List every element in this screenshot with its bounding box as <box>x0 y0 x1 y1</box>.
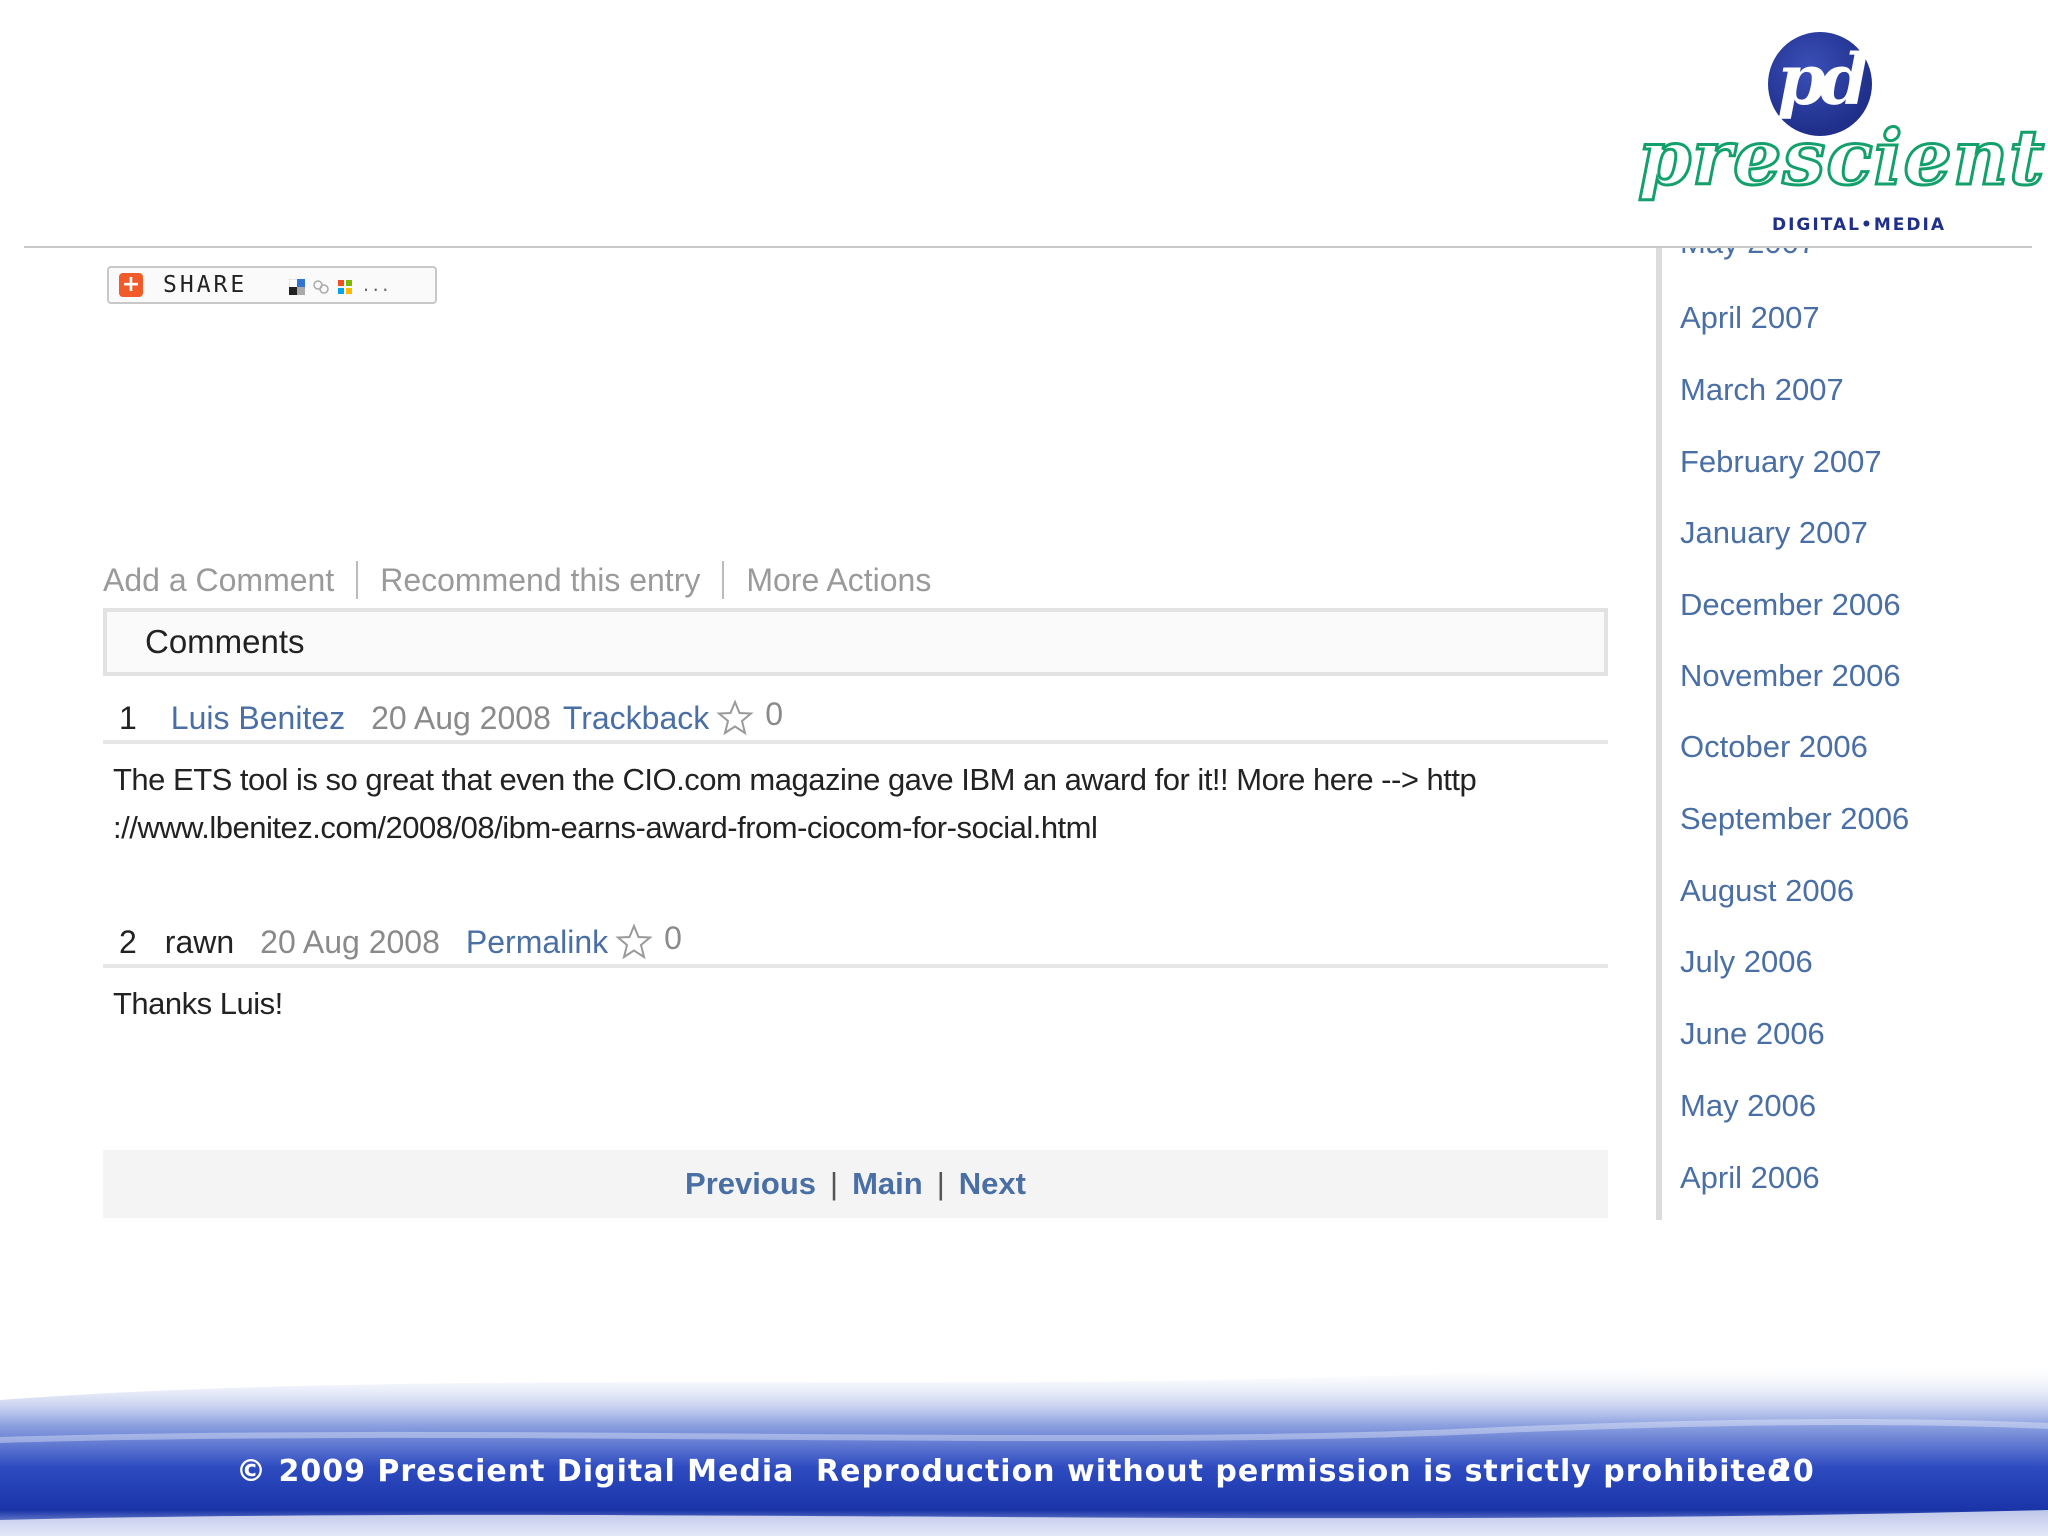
blog-entry-area: + SHARE ... Add a Comment Recommend this… <box>103 260 1608 1220</box>
divider <box>722 561 725 599</box>
comment-header: 1 Luis Benitez 20 Aug 2008 Trackback 0 <box>103 696 1608 744</box>
share-service-icons: ... <box>289 276 390 295</box>
comment-date: 20 Aug 2008 <box>371 699 551 736</box>
archive-month-link[interactable]: June 2006 <box>1680 1014 1825 1054</box>
star-icon[interactable] <box>715 698 755 738</box>
divider: | <box>830 1166 839 1201</box>
slide: pd prescient DIGITAL•MEDIA + SHARE ... A… <box>0 0 2048 1536</box>
comment-number: 2 <box>119 923 137 960</box>
share-label: SHARE <box>163 272 248 298</box>
trackback-link[interactable]: Trackback <box>563 700 709 737</box>
more-actions-link[interactable]: More Actions <box>746 562 931 599</box>
logo-subtitle: DIGITAL•MEDIA <box>1772 215 1946 235</box>
next-link[interactable]: Next <box>959 1166 1026 1202</box>
add-comment-link[interactable]: Add a Comment <box>103 562 334 599</box>
comment-text-line: The ETS tool is so great that even the C… <box>113 762 1477 797</box>
sidebar-divider <box>1656 248 1662 1220</box>
archive-clipped-item: May 2007 <box>1680 248 2020 268</box>
entry-actions: Add a Comment Recommend this entry More … <box>103 561 931 599</box>
archive-month-link[interactable]: July 2006 <box>1680 942 1813 982</box>
comment-text-line: ://www.lbenitez.com/2008/08/ibm-earns-aw… <box>113 810 1098 845</box>
permalink-link[interactable]: Permalink <box>466 924 608 961</box>
digg-icon <box>313 279 329 294</box>
comments-heading: Comments <box>103 608 1608 676</box>
star-icon[interactable] <box>614 922 654 962</box>
comment-date: 20 Aug 2008 <box>260 923 440 960</box>
previous-link[interactable]: Previous <box>685 1166 816 1202</box>
comment-body: The ETS tool is so great that even the C… <box>113 756 1603 852</box>
share-plus-icon: + <box>119 273 143 297</box>
comment-header: 2 rawn 20 Aug 2008 Permalink 0 <box>103 920 1608 968</box>
main-link[interactable]: Main <box>852 1166 923 1202</box>
archive-month-link[interactable]: November 2006 <box>1680 656 1901 696</box>
slide-number: 20 <box>1771 1454 1815 1489</box>
logo-wordmark: prescient <box>1636 113 2046 202</box>
recommend-entry-link[interactable]: Recommend this entry <box>380 562 700 599</box>
footer-copyright: © 2009 Prescient Digital Media <box>236 1454 795 1489</box>
divider: | <box>936 1166 945 1201</box>
archive-month-link[interactable]: March 2007 <box>1680 370 1844 410</box>
comment-number: 1 <box>119 699 137 736</box>
archive-month-link[interactable]: September 2006 <box>1680 799 1909 839</box>
footer-wave <box>0 1364 2048 1536</box>
comment-author: rawn <box>164 923 235 960</box>
prescient-logo: pd prescient DIGITAL•MEDIA <box>1630 30 2046 235</box>
archive-month-link[interactable]: December 2006 <box>1680 585 1901 625</box>
share-button[interactable]: + SHARE ... <box>107 266 437 304</box>
archive-month-link[interactable]: May 2007 <box>1680 248 1816 263</box>
archive-month-link[interactable]: January 2007 <box>1680 513 1868 553</box>
archive-month-link[interactable]: April 2007 <box>1680 298 1820 338</box>
archive-month-link[interactable]: August 2006 <box>1680 871 1854 911</box>
delicious-icon <box>289 278 306 295</box>
archive-month-link[interactable]: October 2006 <box>1680 727 1868 767</box>
footer-notice: Reproduction without permission is stric… <box>816 1454 1790 1489</box>
archive-month-link[interactable]: February 2007 <box>1680 442 1882 482</box>
comment-body: Thanks Luis! <box>113 980 1603 1028</box>
share-more[interactable]: ... <box>361 276 390 295</box>
entry-pager: Previous | Main | Next <box>103 1150 1608 1218</box>
archive-month-link[interactable]: April 2006 <box>1680 1158 1820 1198</box>
comment-rating: 0 <box>664 919 682 956</box>
divider <box>356 561 359 599</box>
comment-text-line: Thanks Luis! <box>113 986 283 1021</box>
windows-icon <box>338 279 353 294</box>
footer: © 2009 Prescient Digital Media Reproduct… <box>0 1448 2048 1498</box>
archive-month-link[interactable]: May 2006 <box>1680 1086 1816 1126</box>
comment-rating: 0 <box>765 695 784 732</box>
comment-author-link[interactable]: Luis Benitez <box>171 700 345 737</box>
